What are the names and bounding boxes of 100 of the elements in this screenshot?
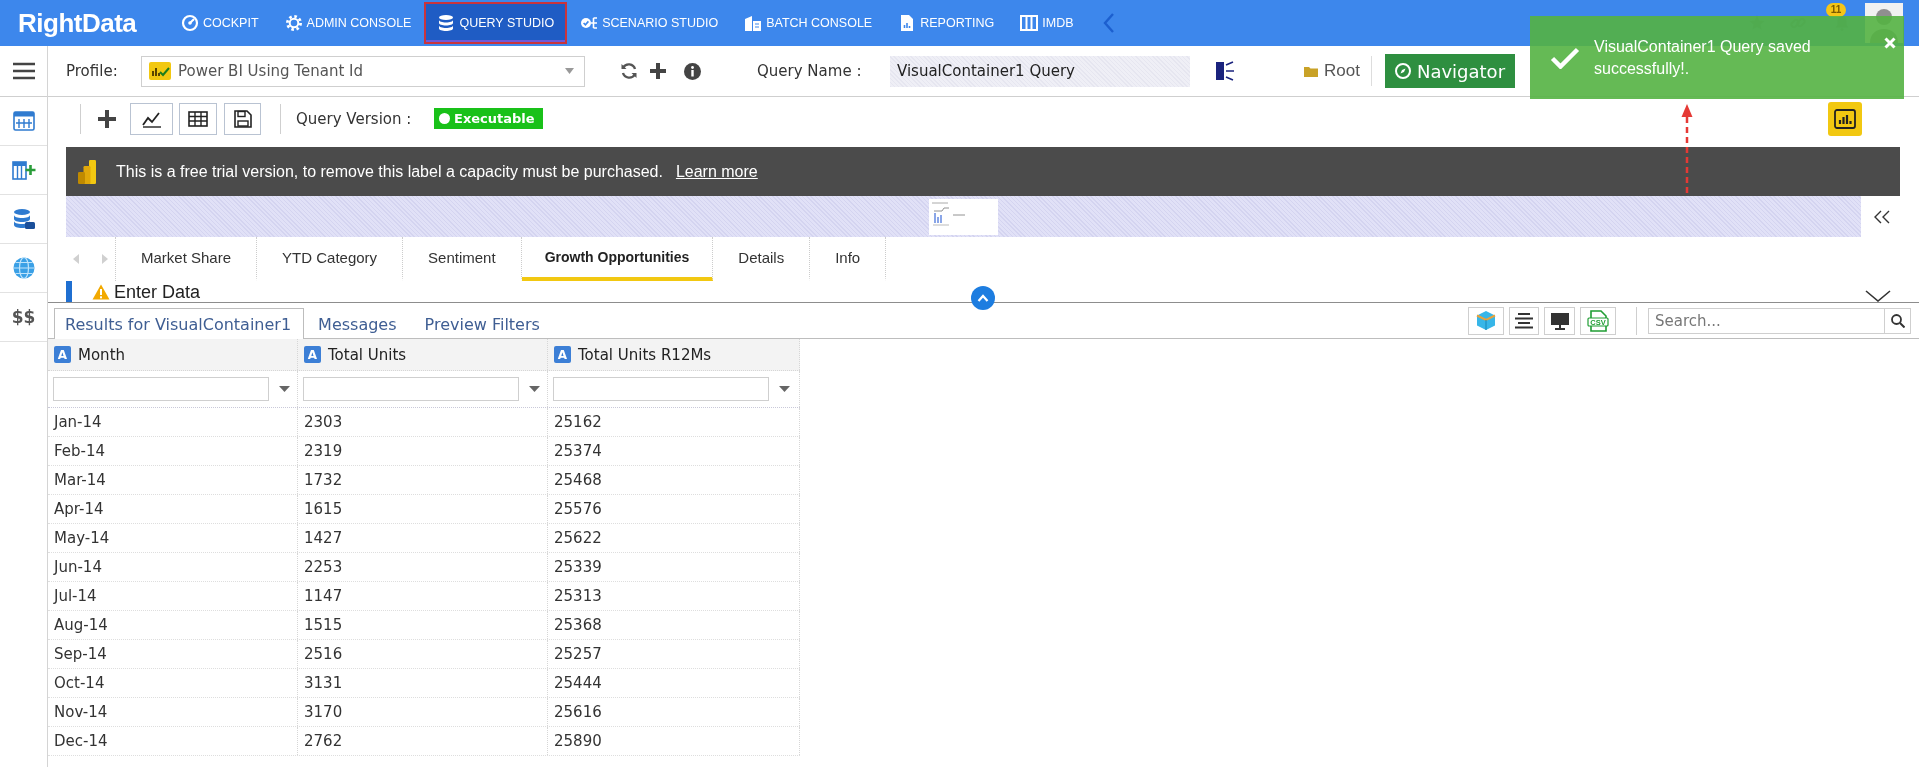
profile-select[interactable]: Power BI Using Tenant Id — [141, 55, 585, 87]
caret-down-icon[interactable] — [779, 386, 790, 392]
powerbi-logo-icon — [78, 159, 96, 184]
check-branch-icon — [580, 14, 599, 32]
report-tab[interactable]: Growth Opportunities — [521, 237, 714, 281]
table-cell: 25313 — [548, 582, 800, 610]
caret-down-icon[interactable] — [529, 386, 540, 392]
text-type-badge: A — [54, 346, 71, 363]
nav-link[interactable]: IMDB — [1007, 2, 1087, 44]
building-icon — [744, 14, 763, 32]
table-cell: 1732 — [298, 466, 548, 494]
info-icon[interactable] — [684, 62, 701, 80]
folder-link[interactable]: Root — [1324, 61, 1360, 81]
report-tab[interactable]: YTD Category — [257, 237, 404, 281]
query-name-label: Query Name : — [757, 62, 863, 80]
table-cell: 3170 — [298, 698, 548, 726]
table-cell: 25162 — [548, 408, 800, 436]
table-cell: 25374 — [548, 437, 800, 465]
table-cell: 1427 — [298, 524, 548, 552]
collapse-button[interactable] — [971, 286, 995, 310]
table-plus-icon[interactable] — [11, 160, 36, 180]
report-thumbnail-drawing[interactable] — [929, 198, 998, 235]
results-tab[interactable]: Results for VisualContainer1 — [54, 308, 305, 339]
monitor-icon — [1548, 310, 1571, 331]
table-cell: May-14 — [48, 524, 298, 552]
plus-icon[interactable] — [98, 109, 116, 128]
report-tab[interactable]: Details — [713, 237, 811, 281]
results-tab[interactable]: Preview Filters — [410, 308, 554, 339]
table-cell: Aug-14 — [48, 611, 298, 639]
globe-icon[interactable] — [12, 257, 35, 279]
filter-field[interactable] — [53, 377, 269, 401]
table-cell: 2253 — [298, 553, 548, 581]
bar-chart-icon — [1834, 108, 1856, 129]
table-button[interactable] — [179, 102, 217, 135]
table-cell: 25622 — [548, 524, 800, 552]
table-cell: 3131 — [298, 669, 548, 697]
powerbi-check-icon — [149, 62, 171, 80]
results-tab[interactable]: Messages — [304, 308, 411, 339]
table-cell: 25890 — [548, 727, 800, 755]
profile-label: Profile: — [66, 62, 119, 80]
table-cell: 25576 — [548, 495, 800, 523]
refresh-icon[interactable] — [620, 62, 638, 80]
report-tab[interactable]: Info — [810, 237, 887, 281]
learn-more-link[interactable]: Learn more — [675, 162, 758, 181]
table-cell: Jun-14 — [48, 553, 298, 581]
table-cell: 2762 — [298, 727, 548, 755]
table-cell: Oct-14 — [48, 669, 298, 697]
banner-text: This is a free trial version, to remove this label a capacity must be purchased. — [116, 162, 663, 181]
text-type-badge: A — [304, 346, 321, 363]
close-icon[interactable] — [1884, 37, 1896, 49]
monitor-button[interactable] — [1544, 306, 1575, 335]
nav-link[interactable]: REPORTING — [885, 2, 1008, 44]
navigator-button[interactable]: Navigator — [1385, 54, 1515, 88]
table-cell: Mar-14 — [48, 466, 298, 494]
align-center-icon — [1513, 310, 1535, 331]
report-tab[interactable]: Market Share — [116, 237, 258, 281]
checkmark-icon — [1550, 46, 1580, 69]
menu-icon[interactable] — [12, 62, 35, 80]
save-button[interactable] — [224, 102, 261, 135]
search-button[interactable] — [1885, 307, 1911, 334]
table-cell: Dec-14 — [48, 727, 298, 755]
align-center-button[interactable] — [1509, 306, 1539, 335]
table-cell: 1615 — [298, 495, 548, 523]
nav-link[interactable]: COCKPIT — [168, 2, 272, 44]
table-cell: Jul-14 — [48, 582, 298, 610]
filter-field[interactable] — [303, 377, 519, 401]
report-view-button[interactable] — [1828, 101, 1862, 136]
caret-down-icon — [565, 68, 574, 74]
report-tab[interactable]: Sentiment — [403, 237, 522, 281]
plus-icon[interactable] — [650, 63, 666, 79]
double-chevron-left-icon[interactable] — [1874, 209, 1890, 224]
logo[interactable]: RightData — [18, 7, 168, 39]
table-cell: 25616 — [548, 698, 800, 726]
table-cell: 2319 — [298, 437, 548, 465]
line-chart-button[interactable] — [130, 102, 173, 135]
nav-link[interactable]: ADMIN CONSOLE — [271, 2, 425, 44]
chevron-down-icon[interactable] — [1865, 290, 1891, 302]
query-name-field[interactable]: VisualContainer1 Query — [890, 55, 1190, 87]
search-field[interactable]: Search... — [1648, 307, 1885, 334]
panel-lines-icon[interactable] — [1216, 61, 1234, 81]
table-icon[interactable] — [12, 111, 35, 131]
column-header[interactable]: Total Units — [328, 345, 407, 364]
query-version-label: Query Version : — [296, 109, 413, 128]
gauge-icon — [181, 14, 199, 32]
nav-link[interactable]: SCENARIO STUDIO — [567, 2, 732, 44]
status-text: Executable — [454, 111, 535, 126]
database-icon — [437, 14, 456, 32]
database-icon[interactable] — [12, 208, 35, 230]
sidebar-link[interactable]: $$ — [11, 307, 36, 327]
table-cell: 25257 — [548, 640, 800, 668]
filter-field[interactable] — [553, 377, 769, 401]
nav-link[interactable]: BATCH CONSOLE — [731, 2, 886, 44]
nav-link[interactable]: QUERY STUDIO — [424, 2, 568, 44]
table-cell: 2303 — [298, 408, 548, 436]
caret-down-icon[interactable] — [279, 386, 290, 392]
column-header[interactable]: Month — [78, 345, 125, 364]
gear-icon — [284, 14, 303, 32]
text-type-badge: A — [554, 346, 571, 363]
column-header[interactable]: Total Units R12Ms — [578, 345, 712, 364]
accent-bar — [66, 281, 72, 302]
